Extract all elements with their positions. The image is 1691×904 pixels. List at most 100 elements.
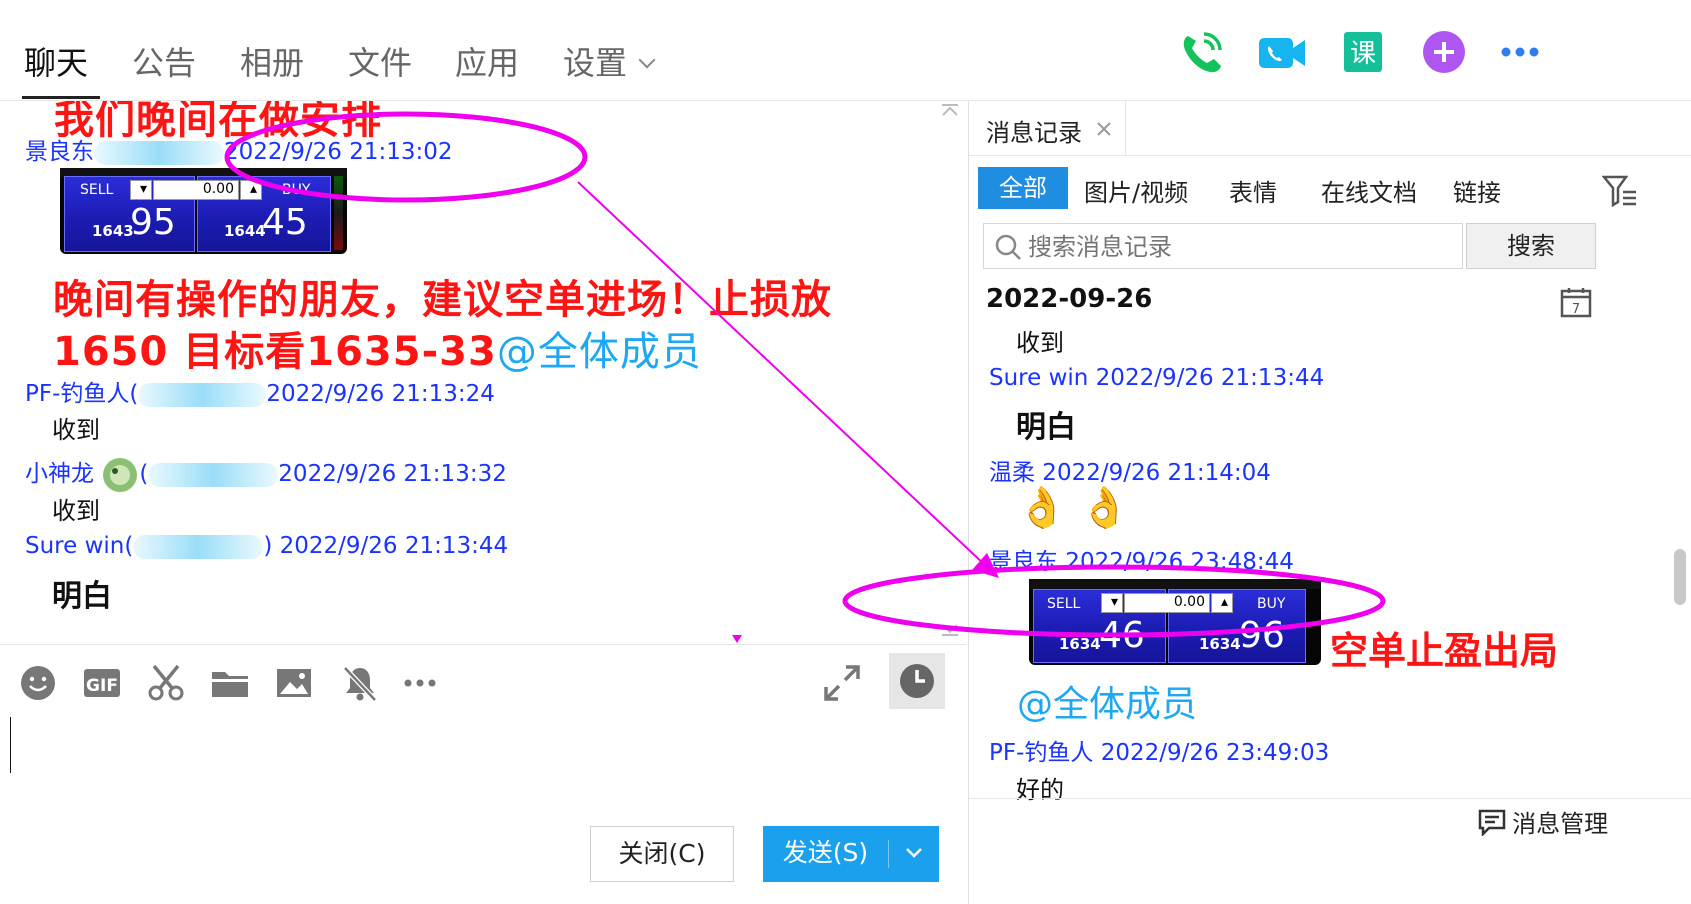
message-manage-label: 消息管理 xyxy=(1512,810,1609,838)
sell-label: SELL xyxy=(80,182,114,198)
send-options-dropdown[interactable] xyxy=(889,826,939,882)
blurred-id xyxy=(133,534,264,559)
message-time: 2022/9/26 21:13:02 xyxy=(224,139,453,165)
scroll-top-icon[interactable] xyxy=(940,103,960,117)
lot-stepper: ▴ xyxy=(240,180,262,200)
history-clock-icon xyxy=(900,664,934,698)
phone-call-icon[interactable] xyxy=(1176,26,1228,78)
expand-icon[interactable] xyxy=(822,663,862,703)
message-text: 收到 xyxy=(52,416,100,444)
divider xyxy=(969,798,1691,799)
chevron-down-icon xyxy=(906,848,922,858)
gif-icon[interactable]: GIF xyxy=(82,663,122,703)
message-sender-line: PF-钓鱼人( 2022/9/26 21:13:24 xyxy=(25,374,495,408)
tab-chat[interactable]: 聊天 xyxy=(24,38,88,84)
active-tab-underline xyxy=(22,96,100,99)
message-text: 收到 xyxy=(52,497,100,525)
mention-all[interactable]: @全体成员 xyxy=(497,329,702,375)
more-icon[interactable] xyxy=(1494,26,1546,78)
blurred-id xyxy=(138,382,267,407)
filter-online-docs[interactable]: 在线文档 xyxy=(1321,173,1417,208)
filter-media[interactable]: 图片/视频 xyxy=(1084,173,1188,208)
buy-label: BUY xyxy=(1257,596,1286,612)
scissors-icon[interactable] xyxy=(146,663,186,703)
filter-links[interactable]: 链接 xyxy=(1453,173,1501,208)
lot-dropdown: ▾ xyxy=(1101,593,1123,613)
message-input[interactable]: 关闭(C) 发送(S) xyxy=(0,715,966,904)
tab-apps[interactable]: 应用 xyxy=(455,38,519,84)
search-box[interactable] xyxy=(983,223,1463,269)
history-sender-line: PF-钓鱼人 2022/9/26 23:49:03 xyxy=(989,740,1330,766)
history-tab[interactable]: 消息记录 xyxy=(969,101,1126,155)
image-icon[interactable] xyxy=(274,663,314,703)
trade-panel-image: SELL ▾ 0.00 ▴ BUY 1643 95 1644 45 xyxy=(60,168,347,254)
avatar-dragon-icon xyxy=(103,457,138,492)
history-message-text: 好的 xyxy=(1016,776,1064,804)
message-time: 2022/9/26 21:13:32 xyxy=(278,461,507,487)
tab-settings[interactable]: 设置 xyxy=(563,38,656,84)
send-button[interactable]: 发送(S) xyxy=(763,826,888,882)
ok-hand-emoji: 👌 👌 xyxy=(1017,485,1130,531)
lot-input: 0.00 xyxy=(153,180,239,200)
sender-name: PF-钓鱼人( xyxy=(25,381,139,407)
message-text-partial: 明白 xyxy=(52,579,112,614)
sell-price-big: 46 xyxy=(1099,615,1145,656)
history-tab-title: 消息记录 xyxy=(986,119,1082,147)
filter-icon[interactable] xyxy=(1602,174,1638,208)
sender-paren: ( xyxy=(139,461,149,487)
search-button[interactable]: 搜索 xyxy=(1466,223,1596,269)
svg-text:课: 课 xyxy=(1350,39,1376,69)
close-icon[interactable] xyxy=(1096,121,1112,137)
history-sender-line: Sure win 2022/9/26 21:13:44 xyxy=(989,365,1325,391)
sell-price-big: 95 xyxy=(130,202,176,243)
folder-icon[interactable] xyxy=(210,663,250,703)
calendar-icon[interactable]: 7 xyxy=(1560,286,1592,318)
history-button[interactable] xyxy=(889,653,945,709)
lot-dropdown: ▾ xyxy=(130,180,152,200)
scroll-bottom-icon[interactable] xyxy=(940,623,960,637)
buy-price-big: 45 xyxy=(262,202,308,243)
add-app-icon[interactable] xyxy=(1418,26,1470,78)
message-time: 2022/9/26 21:13:24 xyxy=(266,381,495,407)
tab-files[interactable]: 文件 xyxy=(348,38,412,84)
history-date: 2022-09-26 xyxy=(986,284,1153,314)
buy-price-small: 1634 xyxy=(1199,635,1241,653)
chat-manage-icon xyxy=(1478,809,1506,837)
history-message-text: 明白 xyxy=(1016,410,1076,445)
lot-input: 0.00 xyxy=(1124,593,1210,613)
tab-announcement[interactable]: 公告 xyxy=(132,38,196,84)
sender-name: 小神龙 xyxy=(25,461,94,487)
message-history-panel: 消息记录 全部 图片/视频 表情 在线文档 链接 搜索 2022-09-26 7… xyxy=(968,101,1691,904)
filter-all[interactable]: 全部 xyxy=(978,167,1068,209)
history-sender-line: 温柔 2022/9/26 21:14:04 xyxy=(989,460,1271,486)
mute-bell-icon[interactable] xyxy=(340,663,380,703)
top-nav-bar: 聊天 公告 相册 文件 应用 设置 课 xyxy=(0,0,1691,101)
composer-toolbar: GIF xyxy=(0,644,966,715)
close-button[interactable]: 关闭(C) xyxy=(590,826,734,882)
lesson-icon[interactable]: 课 xyxy=(1337,26,1389,78)
sender-name: 景良东 xyxy=(25,139,94,165)
message-sender-line: 小神龙 (2022/9/26 21:13:32 xyxy=(25,454,507,494)
send-button-group: 发送(S) xyxy=(763,826,939,882)
tab-settings-label: 设置 xyxy=(563,44,628,82)
tab-album[interactable]: 相册 xyxy=(240,38,304,84)
blurred-id xyxy=(148,462,279,487)
sell-price-small: 1634 xyxy=(1059,635,1101,653)
take-profit-note: 空单止盈出局 xyxy=(1330,629,1559,673)
svg-text:GIF: GIF xyxy=(86,676,118,696)
message-sender-line: 景良东 2022/9/26 21:13:02 xyxy=(25,132,453,166)
buy-price-big: 96 xyxy=(1239,615,1285,656)
filter-emoji[interactable]: 表情 xyxy=(1229,173,1277,208)
buy-label: BUY xyxy=(282,182,311,198)
message-manage-button[interactable]: 消息管理 xyxy=(1477,804,1608,838)
history-sender-line: 景良东 2022/9/26 23:48:44 xyxy=(989,549,1294,575)
announcement-line-2: 1650 目标看1635-33@全体成员 xyxy=(53,319,702,377)
mention-all[interactable]: @全体成员 xyxy=(1017,675,1197,727)
history-scrollbar[interactable] xyxy=(1674,549,1686,605)
more-dots-icon[interactable] xyxy=(400,663,440,703)
video-call-icon[interactable] xyxy=(1256,26,1308,78)
emoji-icon[interactable] xyxy=(18,663,58,703)
chat-message-area[interactable]: 我们晚间在做安排 景良东 2022/9/26 21:13:02 SELL ▾ 0.… xyxy=(0,101,966,642)
search-input[interactable] xyxy=(1026,230,1450,264)
divider xyxy=(969,155,1691,156)
